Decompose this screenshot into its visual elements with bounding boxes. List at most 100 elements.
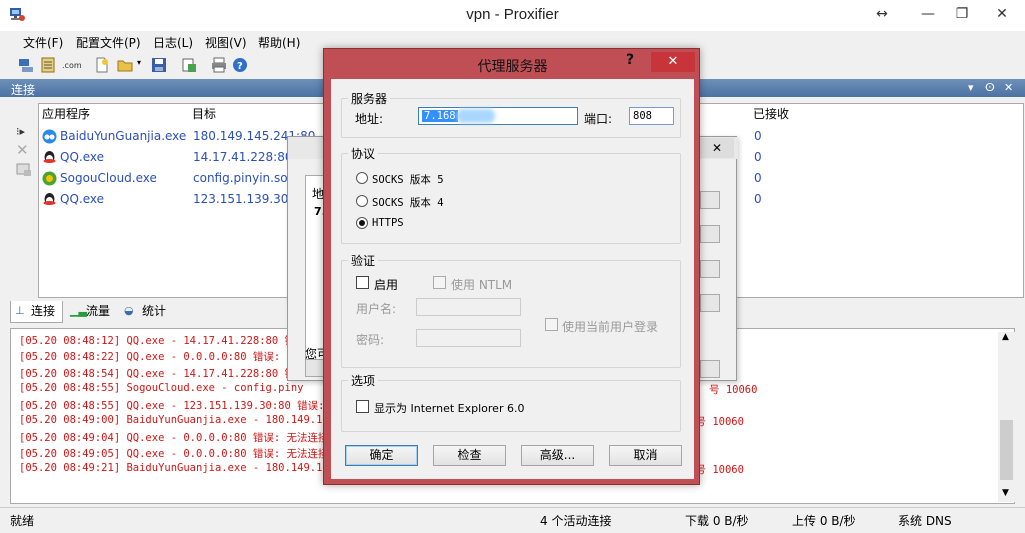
svg-text:?: ? xyxy=(237,61,243,72)
column-header-application[interactable]: 应用程序 xyxy=(42,104,90,124)
panel-close-icon[interactable]: ✕ xyxy=(1004,81,1013,94)
log-line: [05.20 08:48:12] QQ.exe - 14.17.41.228:8… xyxy=(19,335,306,347)
advanced-button[interactable]: 高级... xyxy=(521,445,594,466)
proxy-servers-close-icon[interactable]: ✕ xyxy=(700,138,734,158)
tab-statistics[interactable]: ◒ 统计 xyxy=(122,301,180,323)
port-label: 端口: xyxy=(584,112,613,126)
log-scrollbar[interactable]: ▲ ▼ xyxy=(998,332,1015,502)
scroll-down-icon[interactable]: ▼ xyxy=(1002,488,1009,498)
dialog-close-button[interactable]: ✕ xyxy=(651,52,695,72)
tab-traffic[interactable]: ▁▃ 流量 xyxy=(66,301,124,323)
authentication-group-title: 验证 xyxy=(348,252,379,269)
tab-connections[interactable]: ⊥ 连接 xyxy=(10,301,63,323)
print-icon[interactable] xyxy=(211,57,227,73)
panel-menu-icon[interactable]: ▾ xyxy=(968,81,974,94)
maximize-button[interactable]: ❐ xyxy=(945,0,979,31)
column-header-received[interactable]: 已接收 xyxy=(753,104,789,124)
status-active-connections: 4 个活动连接 xyxy=(540,514,612,528)
close-button[interactable]: ✕ xyxy=(985,0,1019,31)
new-profile-icon[interactable] xyxy=(94,57,110,73)
authentication-group: 验证 启用 使用 NTLM 用户名: 密码: 使用当前用户登录 xyxy=(341,252,681,368)
menu-file[interactable]: 文件(F) xyxy=(23,34,63,51)
show-as-ie-label: 显示为 Internet Explorer 6.0 xyxy=(374,400,524,416)
qq-icon xyxy=(43,193,56,205)
password-label: 密码: xyxy=(356,333,385,347)
minimize-button[interactable]: — xyxy=(911,0,945,31)
open-profile-icon[interactable] xyxy=(117,57,133,73)
proxy-ok-button[interactable] xyxy=(700,360,720,378)
proxy-servers-list[interactable]: 地 7. xyxy=(305,175,326,365)
protocol-socks4-label: SOCKS 版本 4 xyxy=(372,197,444,209)
open-log-icon[interactable] xyxy=(16,163,32,177)
statistics-tab-icon: ◒ xyxy=(124,304,134,317)
proxy-check-button[interactable] xyxy=(700,294,720,312)
open-dropdown-arrow-icon[interactable]: ▾ xyxy=(137,58,141,67)
log-line: [05.20 08:48:22] QQ.exe - 0.0.0.0:80 错误:… xyxy=(19,351,298,363)
log-line: [05.20 08:48:55] QQ.exe - 123.151.139.30… xyxy=(19,400,342,412)
connection-target: 123.151.139.30:8 xyxy=(193,192,301,206)
redacted-address-blur xyxy=(457,109,495,123)
name-resolution-icon[interactable]: .com xyxy=(62,57,82,73)
qq-icon xyxy=(43,151,56,163)
protocol-socks4-radio[interactable] xyxy=(356,195,368,207)
ok-button[interactable]: 确定 xyxy=(345,445,418,466)
protocol-socks5-radio[interactable] xyxy=(356,172,368,184)
check-button[interactable]: 检查 xyxy=(433,445,506,466)
enable-auth-checkbox[interactable] xyxy=(356,276,369,289)
address-value: 7.168 xyxy=(422,110,458,122)
use-current-user-checkbox[interactable] xyxy=(545,318,558,331)
baiduyun-icon xyxy=(42,129,57,144)
proxy-remove-button[interactable] xyxy=(700,260,720,278)
show-as-ie-text: 显示为 Internet Explorer 6.0 xyxy=(374,402,525,415)
show-as-ie-checkbox[interactable] xyxy=(356,400,369,413)
protocol-https-label: HTTPS xyxy=(372,217,404,229)
close-connection-icon[interactable]: ✕ xyxy=(16,141,29,159)
proxy-servers-footer-button[interactable] xyxy=(305,359,325,377)
help-icon[interactable]: ? xyxy=(232,57,248,73)
column-header-target[interactable]: 目标 xyxy=(192,104,216,124)
status-download: 下载 0 B/秒 xyxy=(685,514,749,528)
tab-traffic-label: 流量 xyxy=(86,304,111,318)
log-line: [05.20 08:49:05] QQ.exe - 0.0.0.0:80 错误:… xyxy=(19,448,329,460)
menu-profile[interactable]: 配置文件(P) xyxy=(76,34,141,51)
protocol-https-radio[interactable] xyxy=(356,217,368,229)
save-profile-icon[interactable] xyxy=(151,57,167,73)
cancel-button[interactable]: 取消 xyxy=(609,445,682,466)
menu-view[interactable]: 视图(V) xyxy=(205,34,247,51)
sogou-icon xyxy=(42,171,57,186)
scroll-up-icon[interactable]: ▲ xyxy=(1002,332,1009,342)
connection-received: 0 xyxy=(754,150,762,164)
connection-app: BaiduYunGuanjia.exe xyxy=(60,129,187,143)
log-line: [05.20 08:49:04] QQ.exe - 0.0.0.0:80 错误:… xyxy=(19,432,329,444)
username-label: 用户名: xyxy=(356,302,397,316)
scroll-thumb[interactable] xyxy=(1000,420,1013,480)
connections-panel-title: 连接 xyxy=(11,83,36,97)
proxification-rules-icon[interactable] xyxy=(40,57,56,73)
protocol-group-title: 协议 xyxy=(348,145,379,162)
restore-arrows-icon[interactable]: ↔ xyxy=(865,0,899,31)
protocol-socks5-label: SOCKS 版本 5 xyxy=(372,174,444,186)
profile-settings-icon[interactable] xyxy=(181,57,197,73)
options-group-title: 选项 xyxy=(348,372,379,389)
server-group: 服务器 地址: 7.168 端口: 808 xyxy=(341,90,681,138)
log-line: [05.20 08:48:54] QQ.exe - 14.17.41.228:8… xyxy=(19,368,306,380)
panel-pin-icon[interactable]: ⵙ xyxy=(985,81,995,94)
protocol-group: 协议 SOCKS 版本 5 SOCKS 版本 4 HTTPS xyxy=(341,145,681,244)
traffic-tab-icon: ▁▃ xyxy=(70,304,87,317)
enable-auth-label: 启用 xyxy=(374,278,399,292)
username-input[interactable] xyxy=(416,298,521,316)
proxy-add-button[interactable] xyxy=(700,191,720,209)
password-input[interactable] xyxy=(416,329,521,347)
dialog-help-icon[interactable]: ? xyxy=(626,52,634,68)
details-icon[interactable]: ⁝▸ xyxy=(16,125,25,138)
use-ntlm-checkbox[interactable] xyxy=(433,276,446,289)
port-input[interactable]: 808 xyxy=(629,107,674,125)
address-input[interactable]: 7.168 xyxy=(418,107,578,125)
menu-help[interactable]: 帮助(H) xyxy=(258,34,300,51)
tab-connections-label: 连接 xyxy=(31,304,56,318)
status-ready: 就绪 xyxy=(10,514,35,528)
proxy-servers-icon[interactable] xyxy=(18,57,34,73)
connection-received: 0 xyxy=(754,192,762,206)
proxy-edit-button[interactable] xyxy=(700,225,720,243)
menu-log[interactable]: 日志(L) xyxy=(153,34,193,51)
